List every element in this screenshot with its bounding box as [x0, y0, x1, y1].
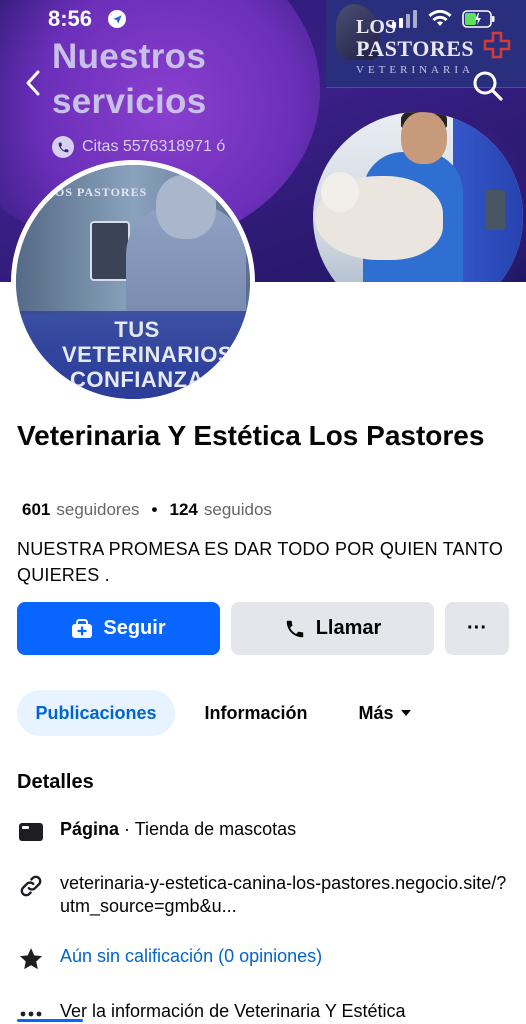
avatar-banner-text: TUS VETERINARIOS CONFIANZA: [62, 317, 234, 392]
avatar-monitor: [90, 221, 130, 281]
status-icons: [392, 10, 496, 28]
search-icon: [473, 71, 503, 101]
cover-headline-line2: servicios: [52, 82, 207, 121]
follow-button-label: Seguir: [103, 617, 166, 639]
tab-mas-label: Más: [358, 702, 394, 723]
caret-down-icon: [400, 710, 411, 716]
cover-headline: Nuestros servicios: [52, 34, 302, 124]
detail-website[interactable]: veterinaria-y-estetica-canina-los-pastor…: [17, 872, 517, 918]
profile-picture[interactable]: LOS PASTORES TUS VETERINARIOS CONFIANZA: [11, 160, 255, 404]
scroll-indicator: [17, 1019, 83, 1022]
cover-citas-text: Citas 5576318971 ó: [82, 138, 226, 155]
profile-picture-image: LOS PASTORES TUS VETERINARIOS CONFIANZA: [16, 165, 250, 399]
star-icon: [17, 945, 45, 973]
flag-icon: [17, 818, 45, 846]
signal-icon: [392, 10, 417, 28]
avatar-text-line2: VETERINARIOS: [62, 342, 234, 367]
vet-photo-monitor: [485, 190, 505, 230]
cover-logo-line3: VETERINARIA: [356, 64, 474, 76]
tab-mas[interactable]: Más: [340, 690, 430, 736]
chevron-left-icon: [26, 70, 40, 96]
detail-more-info[interactable]: Ver la información de Veterinaria Y Esté…: [17, 1000, 517, 1024]
back-button[interactable]: [18, 66, 48, 100]
more-info-link[interactable]: Ver la información de Veterinaria Y Esté…: [60, 1000, 406, 1023]
more-options-button[interactable]: ···: [445, 602, 509, 655]
phone-icon: [286, 620, 303, 637]
followers-label[interactable]: seguidores: [56, 500, 139, 520]
detail-page-type: Página · Tienda de mascotas: [17, 818, 517, 846]
followers-count[interactable]: 601: [22, 500, 50, 520]
follow-icon: [72, 618, 93, 638]
more-dots-icon: ···: [467, 617, 487, 639]
page-bio: NUESTRA PROMESA ES DAR TODO POR QUIEN TA…: [17, 539, 504, 585]
avatar-text-line1: TUS: [114, 317, 160, 342]
battery-icon: [462, 10, 495, 28]
link-icon: [17, 872, 45, 900]
follow-button[interactable]: Seguir: [17, 602, 220, 655]
stats-separator: •: [151, 500, 158, 519]
search-button[interactable]: [468, 66, 508, 106]
wifi-icon: [428, 10, 452, 26]
avatar-person-head: [156, 175, 216, 239]
following-label[interactable]: seguidos: [204, 500, 272, 520]
rating-link[interactable]: Aún sin calificación (0 opiniones): [60, 945, 322, 968]
detail-page-value: · Tienda de mascotas: [119, 819, 297, 839]
phone-icon: [52, 136, 74, 158]
tab-publicaciones[interactable]: Publicaciones: [17, 690, 175, 736]
vet-photo-dog-head: [321, 172, 359, 212]
avatar-logo-text: LOS PASTORES: [46, 185, 148, 199]
tab-informacion[interactable]: Información: [186, 690, 326, 736]
page-stats: 601 seguidores • 124 seguidos: [22, 500, 272, 520]
detail-rating[interactable]: Aún sin calificación (0 opiniones): [17, 945, 517, 973]
location-arrow-icon: [108, 10, 126, 28]
website-link[interactable]: veterinaria-y-estetica-canina-los-pastor…: [60, 872, 510, 918]
cover-citas: Citas 5576318971 ó: [52, 136, 225, 158]
vet-photo-head: [401, 112, 447, 164]
page-title: Veterinaria Y Estética Los Pastores: [17, 420, 485, 451]
call-button-label: Llamar: [315, 617, 382, 639]
details-heading: Detalles: [17, 771, 94, 793]
detail-page-label: Página: [60, 819, 120, 839]
avatar-text-line3: CONFIANZA: [69, 367, 205, 392]
status-bar: 8:56: [0, 0, 526, 44]
call-button[interactable]: Llamar: [231, 602, 434, 655]
following-count[interactable]: 124: [170, 500, 198, 520]
status-time: 8:56: [48, 6, 93, 31]
cover-vet-photo: [313, 112, 523, 282]
